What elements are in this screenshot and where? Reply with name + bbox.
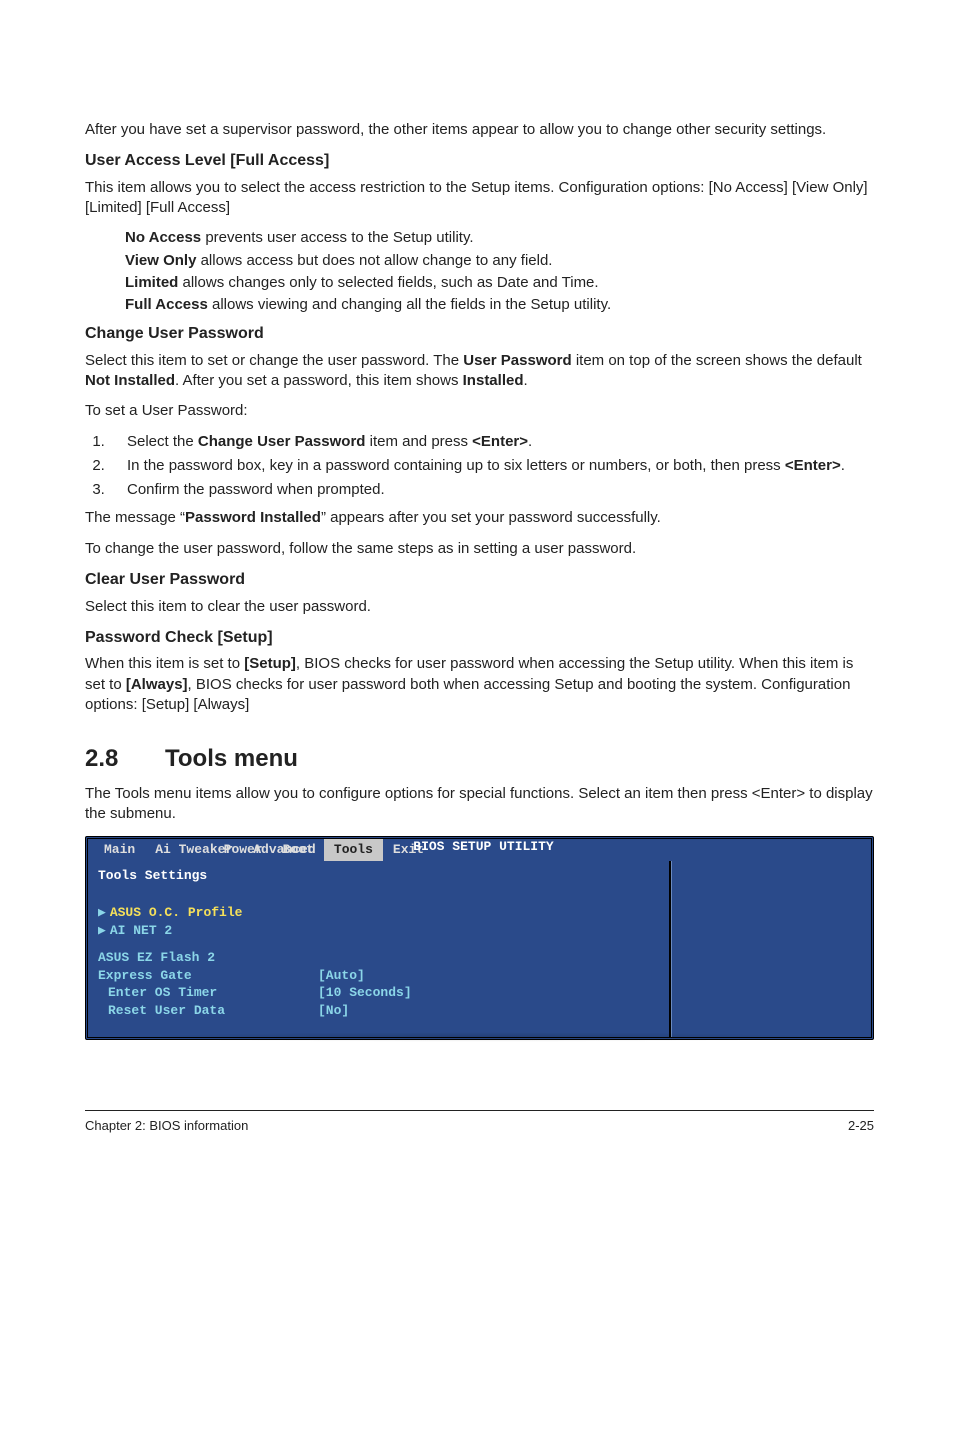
cup-step-2: In the password box, key in a password c… — [109, 456, 874, 476]
bios-body: Tools Settings ▶ ASUS O.C. Profile ▶ AI NE… — [88, 861, 871, 1038]
cup-s1e: . — [528, 433, 532, 450]
bios-item-ezflash[interactable]: ASUS EZ Flash 2 — [98, 949, 659, 967]
bios-item-enteros[interactable]: Enter OS Timer[10 Seconds] — [98, 984, 659, 1002]
bios-tab-boot[interactable]: Boot — [273, 839, 324, 861]
cup-s2b: <Enter> — [785, 457, 841, 474]
bios-tab-main[interactable]: Main — [94, 839, 145, 861]
pwc-b: [Setup] — [244, 655, 296, 672]
cup-step-1: Select the Change User Password item and… — [109, 432, 874, 452]
cup-p1e: . After you set a password, this item sh… — [175, 372, 463, 389]
bios-item-reset-label: Reset User Data — [98, 1002, 318, 1020]
bios-item-ainet-label: AI NET 2 — [110, 923, 172, 938]
intro-text: After you have set a supervisor password… — [85, 120, 874, 140]
clr-desc: Select this item to clear the user passw… — [85, 597, 874, 617]
bios-body-heading: Tools Settings — [98, 867, 659, 885]
bios-item-reset-value: [No] — [318, 1002, 349, 1020]
tools-secno: 2.8 — [85, 743, 165, 775]
bios-item-enteros-label: Enter OS Timer — [98, 984, 318, 1002]
footer-left: Chapter 2: BIOS information — [85, 1117, 248, 1135]
bios-tab-tools[interactable]: Tools — [324, 839, 383, 861]
tools-title: Tools menu — [165, 745, 298, 772]
cup-p3c: ” appears after you set your password su… — [321, 509, 661, 526]
cup-p1c: item on top of the screen shows the defa… — [572, 352, 862, 369]
pwc-d: [Always] — [126, 676, 188, 693]
ual-viewonly-b: View Only — [125, 252, 196, 269]
bios-item-express-label: Express Gate — [98, 967, 318, 985]
ual-options: No Access prevents user access to the Se… — [125, 228, 874, 315]
cup-s2c: . — [841, 457, 845, 474]
cup-p3a: The message “ — [85, 509, 185, 526]
cup-p1g: . — [524, 372, 528, 389]
bios-item-oc[interactable]: ▶ ASUS O.C. Profile — [98, 904, 659, 922]
ual-fullaccess-t: allows viewing and changing all the fiel… — [208, 296, 611, 313]
tools-section-heading: 2.8Tools menu — [85, 743, 874, 775]
ual-viewonly: View Only allows access but does not all… — [125, 251, 874, 271]
ual-desc: This item allows you to select the acces… — [85, 178, 874, 219]
ual-fullaccess-b: Full Access — [125, 296, 208, 313]
bios-item-reset[interactable]: Reset User Data[No] — [98, 1002, 659, 1020]
cup-p4: To change the user password, follow the … — [85, 539, 874, 559]
bios-item-express[interactable]: Express Gate[Auto] — [98, 967, 659, 985]
bios-item-enteros-value: [10 Seconds] — [318, 984, 412, 1002]
page-footer: Chapter 2: BIOS information 2-25 — [85, 1117, 874, 1135]
bios-right-pane — [671, 861, 871, 1038]
cup-p1a: Select this item to set or change the us… — [85, 352, 463, 369]
bios-window: Main Ai Tweaker Advanced BIOS SETUP UTIL… — [85, 836, 874, 1040]
cup-p3b: Password Installed — [185, 509, 321, 526]
ual-viewonly-t: allows access but does not allow change … — [196, 252, 552, 269]
tools-desc: The Tools menu items allow you to config… — [85, 784, 874, 825]
cup-heading: Change User Password — [85, 323, 874, 345]
bios-title: BIOS SETUP UTILITY — [413, 838, 553, 856]
ual-limited: Limited allows changes only to selected … — [125, 273, 874, 293]
cup-s1d: <Enter> — [472, 433, 528, 450]
ual-limited-t: allows changes only to selected fields, … — [178, 274, 598, 291]
ual-heading: User Access Level [Full Access] — [85, 150, 874, 172]
bios-tabbar: Main Ai Tweaker Advanced BIOS SETUP UTIL… — [88, 839, 871, 861]
triangle-icon: ▶ — [98, 905, 106, 920]
bios-item-oc-label: ASUS O.C. Profile — [110, 905, 243, 920]
cup-p1: Select this item to set or change the us… — [85, 351, 874, 392]
pwc-desc: When this item is set to [Setup] , BIOS c… — [85, 654, 874, 715]
bios-tab-power[interactable]: Power — [214, 839, 273, 861]
footer-right: 2-25 — [848, 1117, 874, 1135]
cup-p1d: Not Installed — [85, 372, 175, 389]
cup-s2a: In the password box, key in a password c… — [127, 457, 785, 474]
cup-p1f: Installed — [463, 372, 524, 389]
clr-heading: Clear User Password — [85, 569, 874, 591]
triangle-icon: ▶ — [98, 923, 106, 938]
footer-rule — [85, 1110, 874, 1111]
pwc-heading: Password Check [Setup] — [85, 627, 874, 649]
cup-steps: Select the Change User Password item and… — [109, 432, 874, 501]
ual-noaccess-b: No Access — [125, 229, 201, 246]
cup-s1b: Change User Password — [198, 433, 366, 450]
bios-item-ainet[interactable]: ▶ AI NET 2 — [98, 922, 659, 940]
pwc-a: When this item is set to — [85, 655, 244, 672]
cup-step-3: Confirm the password when prompted. — [109, 480, 874, 500]
cup-s1c: item and press — [365, 433, 472, 450]
bios-item-express-value: [Auto] — [318, 967, 365, 985]
ual-noaccess: No Access prevents user access to the Se… — [125, 228, 874, 248]
cup-p1b: User Password — [463, 352, 571, 369]
ual-noaccess-t: prevents user access to the Setup utilit… — [201, 229, 473, 246]
pwc-e: , BIOS checks for user password both whe… — [85, 676, 850, 713]
cup-p2: To set a User Password: — [85, 401, 874, 421]
ual-fullaccess: Full Access allows viewing and changing … — [125, 295, 874, 315]
bios-left-pane: Tools Settings ▶ ASUS O.C. Profile ▶ AI NE… — [88, 861, 671, 1038]
cup-p3: The message “Password Installed” appears… — [85, 508, 874, 528]
ual-limited-b: Limited — [125, 274, 178, 291]
cup-s1a: Select the — [127, 433, 198, 450]
